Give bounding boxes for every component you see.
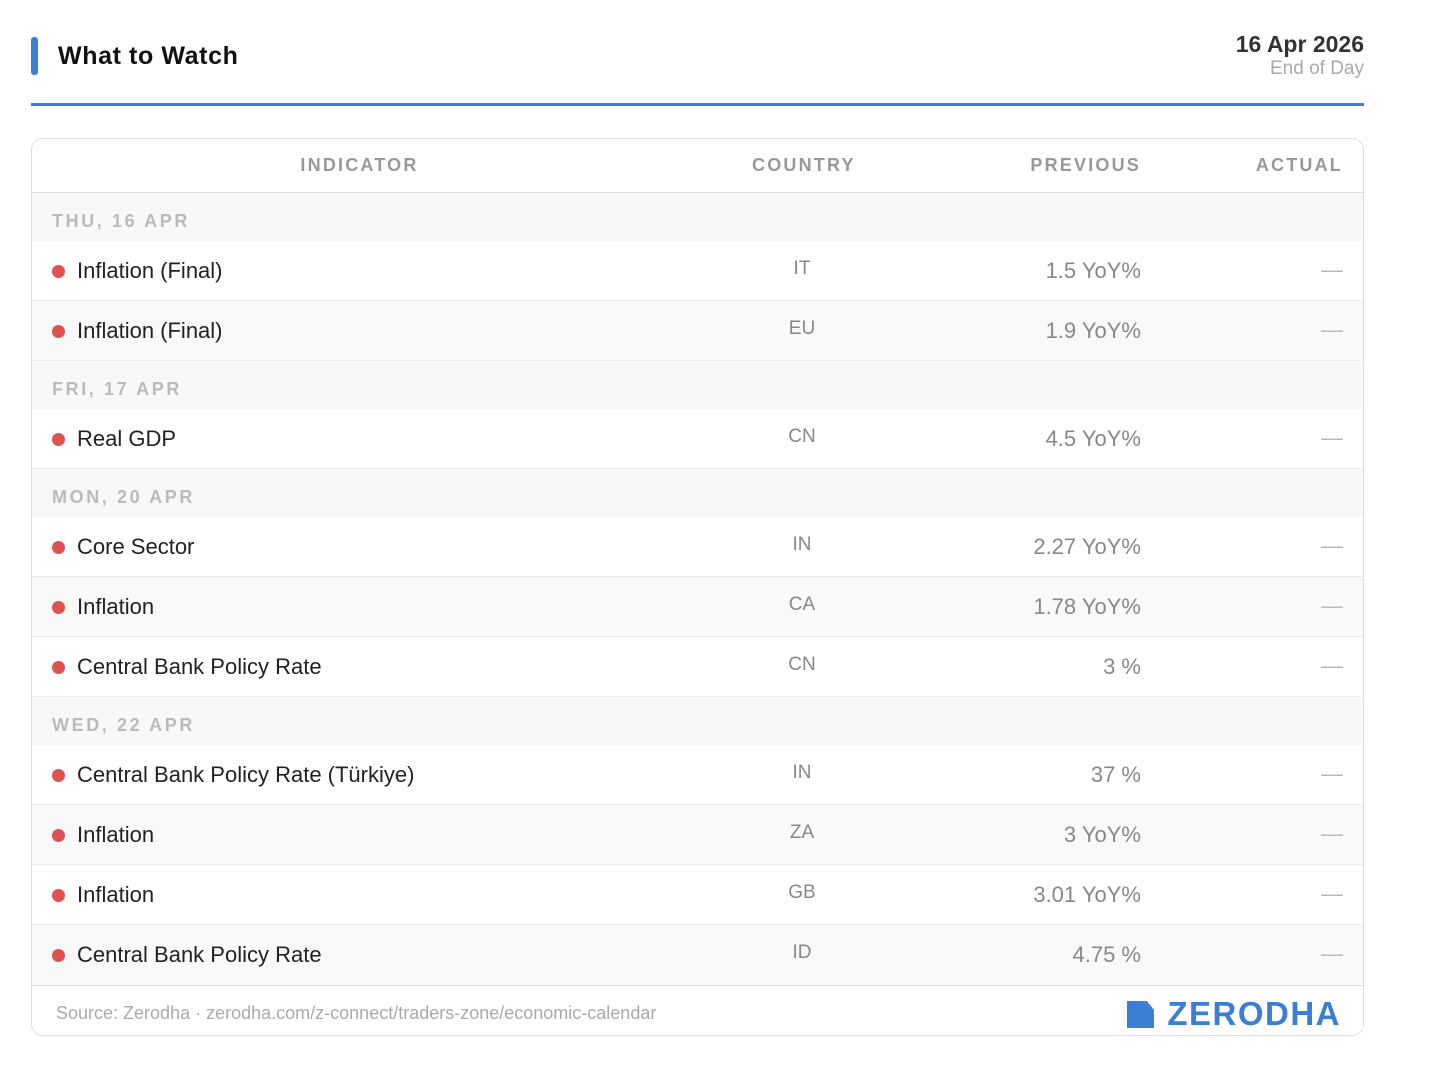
country-code: ID xyxy=(792,942,812,963)
table-row[interactable]: Core Sector IN 2.27 YoY% — xyxy=(32,517,1363,577)
country-code: CA xyxy=(788,594,816,615)
day-group-header: FRI, 17 APR xyxy=(32,361,1363,409)
previous-value: 4.5 YoY% xyxy=(1045,426,1141,451)
previous-value: 2.27 YoY% xyxy=(1033,534,1141,559)
actual-value: — xyxy=(1321,821,1343,846)
indicator-name: Central Bank Policy Rate (Türkiye) xyxy=(77,762,415,787)
indicator-name: Real GDP xyxy=(77,426,177,451)
table-row[interactable]: Inflation CA 1.78 YoY% — xyxy=(32,577,1363,637)
actual-value: — xyxy=(1321,881,1343,906)
indicator-name: Inflation xyxy=(77,882,155,907)
importance-dot-icon xyxy=(52,949,65,962)
indicator-name: Inflation xyxy=(77,822,155,847)
previous-value: 37 % xyxy=(1090,762,1141,787)
brand-logo: ZERODHA xyxy=(1127,995,1341,1032)
country-code: IT xyxy=(793,258,811,279)
day-label: WED, 22 APR xyxy=(52,715,195,735)
indicator-name: Inflation xyxy=(77,594,155,619)
column-header-country: COUNTRY xyxy=(752,155,856,175)
previous-value: 1.5 YoY% xyxy=(1045,258,1141,283)
previous-value: 3 % xyxy=(1103,654,1141,679)
source-note: Source: Zerodha · zerodha.com/z-connect/… xyxy=(56,1003,656,1024)
page-header: What to Watch 16 Apr 2026 End of Day xyxy=(31,30,1364,107)
importance-dot-icon xyxy=(52,661,65,674)
title-accent-bar xyxy=(31,37,38,75)
table-body: THU, 16 APR Inflation (Final) IT 1.5 YoY% — I… xyxy=(32,193,1363,986)
day-label: MON, 20 APR xyxy=(52,487,195,507)
header-divider xyxy=(31,103,1364,106)
importance-dot-icon xyxy=(52,265,65,278)
table-row[interactable]: Inflation GB 3.01 YoY% — xyxy=(32,865,1363,925)
card-footer: Source: Zerodha · zerodha.com/z-connect/… xyxy=(32,986,1363,1035)
actual-value: — xyxy=(1321,533,1343,558)
importance-dot-icon xyxy=(52,541,65,554)
actual-value: — xyxy=(1321,653,1343,678)
previous-value: 1.9 YoY% xyxy=(1045,318,1141,343)
table-row[interactable]: Inflation (Final) EU 1.9 YoY% — xyxy=(32,301,1363,361)
importance-dot-icon xyxy=(52,769,65,782)
table-row[interactable]: Central Bank Policy Rate ID 4.75 % — xyxy=(32,925,1363,986)
country-code: IN xyxy=(792,762,812,783)
country-code: IN xyxy=(792,534,812,555)
column-header-indicator: INDICATOR xyxy=(300,155,419,175)
actual-value: — xyxy=(1321,257,1343,282)
table-row[interactable]: Inflation ZA 3 YoY% — xyxy=(32,805,1363,865)
table-header: INDICATOR COUNTRY PREVIOUS ACTUAL xyxy=(32,139,1363,193)
source-separator: · xyxy=(195,1003,202,1023)
column-header-previous: PREVIOUS xyxy=(1030,155,1141,175)
country-code: CN xyxy=(788,426,816,447)
actual-value: — xyxy=(1321,593,1343,618)
indicator-name: Core Sector xyxy=(77,534,195,559)
actual-value: — xyxy=(1321,425,1343,450)
source-label: Source: Zerodha xyxy=(56,1003,191,1023)
importance-dot-icon xyxy=(52,601,65,614)
importance-dot-icon xyxy=(52,433,65,446)
day-label: FRI, 17 APR xyxy=(52,379,182,399)
day-group-header: WED, 22 APR xyxy=(32,697,1363,745)
zerodha-logo-icon xyxy=(1127,1000,1155,1028)
indicator-name: Central Bank Policy Rate xyxy=(77,654,322,679)
day-group-header: THU, 16 APR xyxy=(32,193,1363,241)
previous-value: 3.01 YoY% xyxy=(1033,882,1141,907)
column-header-actual: ACTUAL xyxy=(1255,155,1343,175)
indicator-name: Central Bank Policy Rate xyxy=(77,942,322,967)
importance-dot-icon xyxy=(52,829,65,842)
table-row[interactable]: Real GDP CN 4.5 YoY% — xyxy=(32,409,1363,469)
source-url-link[interactable]: zerodha.com/z-connect/traders-zone/econo… xyxy=(206,1003,656,1023)
indicator-name: Inflation (Final) xyxy=(77,318,223,343)
brand-name: ZERODHA xyxy=(1167,995,1341,1032)
actual-value: — xyxy=(1321,317,1343,342)
importance-dot-icon xyxy=(52,889,65,902)
table-row[interactable]: Central Bank Policy Rate CN 3 % — xyxy=(32,637,1363,697)
day-label: THU, 16 APR xyxy=(52,211,190,231)
actual-value: — xyxy=(1321,941,1343,966)
table-row[interactable]: Inflation (Final) IT 1.5 YoY% — xyxy=(32,241,1363,301)
country-code: CN xyxy=(788,654,816,675)
previous-value: 4.75 % xyxy=(1072,942,1142,967)
report-date-subtitle: End of Day xyxy=(1270,58,1364,79)
importance-dot-icon xyxy=(52,325,65,338)
country-code: EU xyxy=(788,318,816,339)
country-code: GB xyxy=(788,882,816,903)
report-date: 16 Apr 2026 xyxy=(1235,31,1364,57)
indicator-name: Inflation (Final) xyxy=(77,258,223,283)
previous-value: 1.78 YoY% xyxy=(1033,594,1141,619)
country-code: ZA xyxy=(789,822,815,843)
day-group-header: MON, 20 APR xyxy=(32,469,1363,517)
table-row[interactable]: Central Bank Policy Rate (Türkiye) IN 37 %… xyxy=(32,745,1363,805)
calendar-card: INDICATOR COUNTRY PREVIOUS ACTUAL THU, 1… xyxy=(31,138,1364,1036)
page-title: What to Watch xyxy=(58,42,239,70)
actual-value: — xyxy=(1321,761,1343,786)
previous-value: 3 YoY% xyxy=(1063,822,1141,847)
